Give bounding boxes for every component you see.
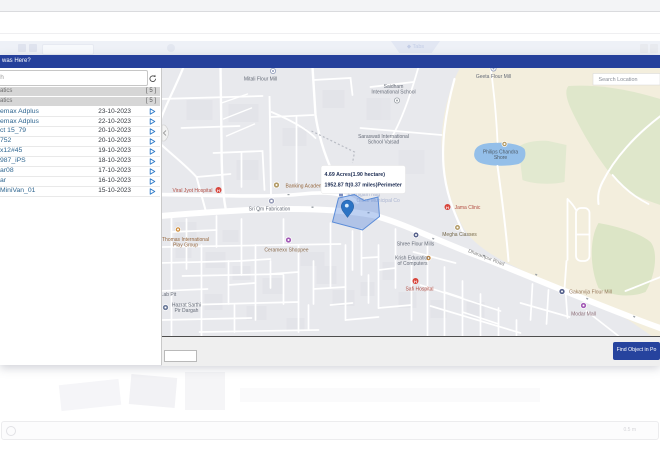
svg-text:H: H [217, 188, 220, 193]
svg-text:1952.87 ft(0.37 miles)Perimete: 1952.87 ft(0.37 miles)Perimeter [324, 183, 401, 189]
svg-text:International School: International School [371, 90, 415, 96]
svg-text:Lab Pit: Lab Pit [162, 292, 177, 298]
svg-text:Pir Dargah: Pir Dargah [174, 308, 198, 314]
svg-text:Megha Classes: Megha Classes [442, 232, 477, 238]
svg-text:Modar Mall: Modar Mall [571, 312, 596, 318]
svg-text:Shree Flour Mills: Shree Flour Mills [396, 242, 434, 248]
svg-text:Jama Clinic: Jama Clinic [454, 205, 480, 211]
svg-text:Shore: Shore [493, 155, 507, 161]
svg-text:School Valsad: School Valsad [367, 140, 399, 146]
svg-text:Search Location: Search Location [598, 77, 637, 83]
svg-text:H: H [446, 205, 449, 210]
svg-text:H: H [414, 279, 417, 284]
svg-text:Viral Jyot Hospital: Viral Jyot Hospital [172, 188, 212, 194]
svg-text:Safi Hospital: Safi Hospital [405, 287, 433, 293]
svg-text:of Computers: of Computers [397, 261, 428, 267]
svg-text:Ceramexx Shoppee: Ceramexx Shoppee [264, 248, 308, 254]
svg-text:Gakarvija Flour Mill: Gakarvija Flour Mill [569, 290, 612, 296]
svg-text:Sri Om Fabrication: Sri Om Fabrication [248, 207, 290, 213]
svg-text:Mitali Flour Mill: Mitali Flour Mill [243, 77, 276, 83]
svg-text:Geeta Flour Mill: Geeta Flour Mill [475, 74, 510, 80]
svg-text:4.69 Acres(1.90 hectare): 4.69 Acres(1.90 hectare) [324, 172, 385, 178]
svg-text:Play Group: Play Group [172, 243, 197, 249]
svg-text:Banking Academy: Banking Academy [285, 184, 326, 190]
